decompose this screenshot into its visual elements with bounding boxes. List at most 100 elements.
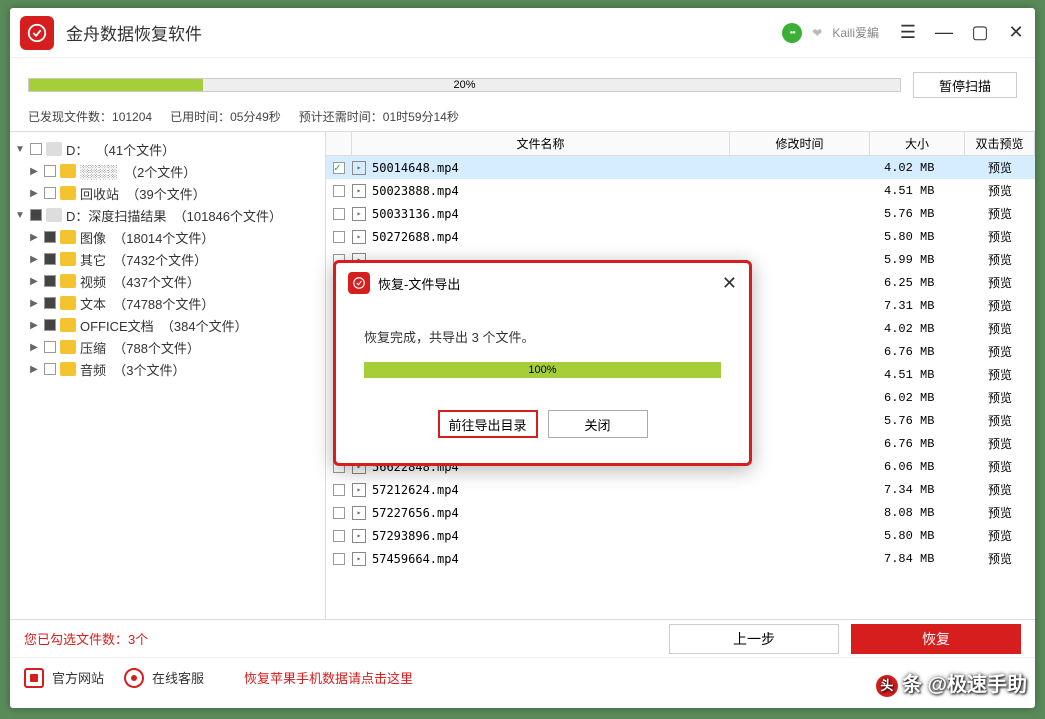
tree-checkbox[interactable] (44, 165, 56, 177)
file-size: 7.84 MB (870, 552, 965, 566)
tree-arrow-icon[interactable] (28, 166, 40, 177)
file-row[interactable]: ▸57459664.mp47.84 MB预览 (326, 547, 1035, 570)
header-modtime[interactable]: 修改时间 (730, 132, 870, 155)
tree-node[interactable]: D：深度扫描结果 （101846个文件） (14, 204, 321, 226)
website-icon (24, 668, 44, 688)
tree-checkbox[interactable] (30, 209, 42, 221)
preview-link[interactable]: 预览 (965, 366, 1035, 383)
video-file-icon: ▸ (352, 506, 366, 520)
preview-link[interactable]: 预览 (965, 297, 1035, 314)
preview-link[interactable]: 预览 (965, 550, 1035, 567)
tree-checkbox[interactable] (44, 297, 56, 309)
promo-link[interactable]: 恢复苹果手机数据请点击这里 (244, 668, 413, 687)
close-icon[interactable]: ✕ (1007, 24, 1025, 42)
goto-export-dir-button[interactable]: 前往导出目录 (438, 410, 538, 438)
preview-link[interactable]: 预览 (965, 481, 1035, 498)
file-checkbox[interactable] (333, 530, 345, 542)
file-name: 57227656.mp4 (372, 506, 730, 520)
file-size: 4.02 MB (870, 322, 965, 336)
tree-arrow-icon[interactable] (28, 364, 40, 375)
prev-step-button[interactable]: 上一步 (669, 624, 839, 654)
tree-checkbox[interactable] (30, 143, 42, 155)
tree-arrow-icon[interactable] (28, 320, 40, 331)
preview-link[interactable]: 预览 (965, 320, 1035, 337)
tree-checkbox[interactable] (44, 275, 56, 287)
tree-arrow-icon[interactable] (28, 342, 40, 353)
scan-progress-percent: 20% (453, 79, 475, 91)
online-support-link[interactable]: 在线客服 (124, 668, 204, 688)
preview-link[interactable]: 预览 (965, 182, 1035, 199)
tree-label: 图像 (80, 228, 113, 247)
tree-node[interactable]: 音频 （3个文件） (14, 358, 321, 380)
file-size: 7.34 MB (870, 483, 965, 497)
folder-tree[interactable]: D： （41个文件）░░░░ （2个文件）回收站 （39个文件）D：深度扫描结果… (10, 132, 326, 619)
user-name[interactable]: Kaili爱編 (832, 24, 879, 41)
tree-checkbox[interactable] (44, 341, 56, 353)
tree-node[interactable]: 图像 （18014个文件） (14, 226, 321, 248)
tree-node[interactable]: 文本 （74788个文件） (14, 292, 321, 314)
tree-checkbox[interactable] (44, 363, 56, 375)
file-row[interactable]: ▸50023888.mp44.51 MB预览 (326, 179, 1035, 202)
wechat-icon[interactable] (782, 23, 802, 43)
tree-arrow-icon[interactable] (28, 188, 40, 199)
modal-close-button[interactable]: 关闭 (548, 410, 648, 438)
tree-label: D： (66, 140, 96, 159)
preview-link[interactable]: 预览 (965, 205, 1035, 222)
official-site-link[interactable]: 官方网站 (24, 668, 104, 688)
preview-link[interactable]: 预览 (965, 343, 1035, 360)
pause-scan-button[interactable]: 暂停扫描 (913, 72, 1017, 98)
file-row[interactable]: ▸57293896.mp45.80 MB预览 (326, 524, 1035, 547)
preview-link[interactable]: 预览 (965, 412, 1035, 429)
tree-arrow-icon[interactable] (14, 210, 26, 221)
header-size[interactable]: 大小 (870, 132, 965, 155)
preview-link[interactable]: 预览 (965, 504, 1035, 521)
folder-icon (60, 274, 76, 288)
file-row[interactable]: ▸57212624.mp47.34 MB预览 (326, 478, 1035, 501)
tree-checkbox[interactable] (44, 319, 56, 331)
preview-link[interactable]: 预览 (965, 228, 1035, 245)
recover-button[interactable]: 恢复 (851, 624, 1021, 654)
preview-link[interactable]: 预览 (965, 389, 1035, 406)
menu-icon[interactable]: ☰ (899, 24, 917, 42)
tree-node[interactable]: OFFICE文档 （384个文件） (14, 314, 321, 336)
file-checkbox[interactable] (333, 162, 345, 174)
tree-arrow-icon[interactable] (28, 276, 40, 287)
header-filename[interactable]: 文件名称 (352, 132, 730, 155)
preview-link[interactable]: 预览 (965, 527, 1035, 544)
tree-arrow-icon[interactable] (28, 298, 40, 309)
tree-node[interactable]: 其它 （7432个文件） (14, 248, 321, 270)
maximize-icon[interactable]: ▢ (971, 24, 989, 42)
tree-node[interactable]: 回收站 （39个文件） (14, 182, 321, 204)
tree-node[interactable]: ░░░░ （2个文件） (14, 160, 321, 182)
tree-node[interactable]: 视频 （437个文件） (14, 270, 321, 292)
tree-arrow-icon[interactable] (28, 254, 40, 265)
preview-link[interactable]: 预览 (965, 251, 1035, 268)
tree-node[interactable]: 压缩 （788个文件） (14, 336, 321, 358)
file-row[interactable]: ▸50033136.mp45.76 MB预览 (326, 202, 1035, 225)
preview-link[interactable]: 预览 (965, 435, 1035, 452)
file-checkbox[interactable] (333, 507, 345, 519)
file-checkbox[interactable] (333, 484, 345, 496)
file-row[interactable]: ▸57227656.mp48.08 MB预览 (326, 501, 1035, 524)
file-checkbox[interactable] (333, 231, 345, 243)
tree-checkbox[interactable] (44, 231, 56, 243)
file-checkbox[interactable] (333, 185, 345, 197)
file-row[interactable]: ▸50014648.mp44.02 MB预览 (326, 156, 1035, 179)
window-controls: ☰ — ▢ ✕ (899, 24, 1025, 42)
tree-arrow-icon[interactable] (28, 232, 40, 243)
file-size: 6.76 MB (870, 345, 965, 359)
file-checkbox[interactable] (333, 553, 345, 565)
preview-link[interactable]: 预览 (965, 458, 1035, 475)
tree-checkbox[interactable] (44, 253, 56, 265)
tree-arrow-icon[interactable] (14, 144, 26, 155)
minimize-icon[interactable]: — (935, 24, 953, 42)
file-row[interactable]: ▸50272688.mp45.80 MB预览 (326, 225, 1035, 248)
tree-node[interactable]: D： （41个文件） (14, 138, 321, 160)
modal-close-icon[interactable]: ✕ (722, 273, 737, 294)
folder-icon (60, 296, 76, 310)
preview-link[interactable]: 预览 (965, 274, 1035, 291)
header-preview[interactable]: 双击预览 (965, 132, 1035, 155)
tree-checkbox[interactable] (44, 187, 56, 199)
file-checkbox[interactable] (333, 208, 345, 220)
preview-link[interactable]: 预览 (965, 159, 1035, 176)
